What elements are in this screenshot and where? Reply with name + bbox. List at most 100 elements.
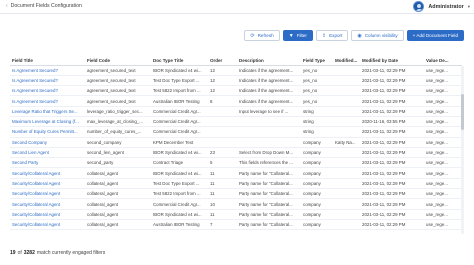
table-cell[interactable]: Security/Collateral Agent bbox=[10, 188, 85, 200]
table-row[interactable]: Security/Collateral Agent collateral_agen… bbox=[10, 167, 462, 179]
export-button[interactable]: ⇪ Export bbox=[315, 30, 349, 41]
table-cell[interactable]: Second Party bbox=[10, 157, 85, 169]
table-cell bbox=[333, 219, 360, 231]
chevron-down-icon[interactable]: ▾ bbox=[468, 4, 470, 10]
add-document-field-button[interactable]: + Add Document Field bbox=[406, 30, 464, 41]
table-cell: use_rege... bbox=[424, 178, 462, 190]
table-cell: agreement_secured_text bbox=[85, 95, 151, 107]
column-header[interactable]: Field Code bbox=[85, 56, 151, 66]
table-cell: This fields references the ... bbox=[237, 157, 301, 169]
table-cell: 12 bbox=[208, 75, 237, 87]
table-cell[interactable]: Leverage Ratio that Triggers Se... bbox=[10, 106, 85, 117]
table-cell[interactable]: Number of Equity Cures Permitt... bbox=[10, 126, 85, 138]
filter-button[interactable]: ▼ Filter bbox=[282, 30, 313, 41]
column-header[interactable]: Value De... bbox=[424, 56, 462, 66]
user-menu[interactable]: Administrator ▾ bbox=[413, 1, 470, 12]
table-row[interactable]: Security/Collateral Agent collateral_agen… bbox=[10, 209, 462, 220]
table-cell: yes_no bbox=[301, 85, 333, 97]
table-cell: Indicates if the agreement... bbox=[237, 95, 301, 107]
table-row[interactable]: Second Lien Agent second_lien_agent IBOR S… bbox=[10, 147, 462, 159]
column-header[interactable]: Doc Type Title bbox=[151, 56, 208, 66]
table-cell bbox=[333, 188, 360, 200]
table-cell bbox=[333, 75, 360, 87]
table-cell: 7 bbox=[208, 219, 237, 231]
table-row[interactable]: Security/Collateral Agent collateral_agen… bbox=[10, 178, 462, 190]
column-header[interactable]: Field Type bbox=[301, 56, 333, 66]
filter-label: Filter bbox=[296, 33, 307, 38]
table-cell[interactable]: Is Agreement Secured? bbox=[10, 85, 85, 97]
column-visibility-button[interactable]: ◉ Column visibility bbox=[351, 30, 404, 41]
table-cell: 11 bbox=[208, 178, 237, 190]
scrollbar-thumb[interactable] bbox=[461, 94, 464, 130]
table-cell bbox=[208, 126, 237, 138]
table-row[interactable]: Security/Collateral Agent collateral_agen… bbox=[10, 219, 462, 231]
table-cell[interactable]: Security/Collateral Agent bbox=[10, 198, 85, 210]
table-cell: number_of_equity_cures_... bbox=[85, 126, 151, 138]
table-row[interactable]: Second Company second_company KPM December… bbox=[10, 137, 462, 148]
table-cell bbox=[333, 198, 360, 210]
table-cell: Indicates if the agreement... bbox=[237, 65, 301, 76]
table-row[interactable]: Is Agreement Secured? agreement_secured_t… bbox=[10, 75, 462, 87]
column-visibility-label: Column visibility bbox=[364, 33, 398, 38]
table-cell: 2021-03-11, 02:29 PM bbox=[360, 188, 424, 200]
table-row[interactable]: Is Agreement Secured? agreement_secured_t… bbox=[10, 85, 462, 97]
table-cell: use_rege... bbox=[424, 137, 462, 148]
table-cell[interactable]: Is Agreement Secured? bbox=[10, 95, 85, 107]
result-total-number: 3282 bbox=[23, 250, 35, 256]
vertical-scrollbar[interactable] bbox=[461, 66, 464, 234]
table-row[interactable]: Leverage Ratio that Triggers Se... levera… bbox=[10, 106, 462, 117]
table-row[interactable]: Security/Collateral Agent collateral_agen… bbox=[10, 188, 462, 200]
table-cell: collateral_agent bbox=[85, 209, 151, 220]
table-cell: Input leverage to see if ... bbox=[237, 106, 301, 117]
table-cell: use_rege... bbox=[424, 106, 462, 117]
table-cell[interactable]: Is Agreement Secured? bbox=[10, 75, 85, 87]
table-cell bbox=[237, 116, 301, 128]
table-cell: 2021-03-11, 02:29 PM bbox=[360, 126, 424, 138]
column-header[interactable]: Order bbox=[208, 56, 237, 66]
table-row[interactable]: Maximum Leverage at Closing (f... max_lev… bbox=[10, 116, 462, 128]
table-cell: 11 bbox=[208, 188, 237, 200]
table-cell bbox=[333, 157, 360, 169]
table-row[interactable]: Is Agreement Secured? agreement_secured_t… bbox=[10, 95, 462, 107]
table-cell[interactable]: Second Lien Agent bbox=[10, 147, 85, 159]
table-cell[interactable]: Is Agreement Secured? bbox=[10, 65, 85, 76]
table-cell: company bbox=[301, 188, 333, 200]
table-row[interactable]: Number of Equity Cures Permitt... number_… bbox=[10, 126, 462, 138]
table-row[interactable]: Is Agreement Secured? agreement_secured_t… bbox=[10, 65, 462, 76]
refresh-button[interactable]: ⟳ Refresh bbox=[244, 30, 280, 41]
document-fields-table: Field Title Field Code Doc Type Title Order… bbox=[10, 56, 462, 237]
table-cell: 2021-03-11, 02:29 PM bbox=[360, 178, 424, 190]
table-cell[interactable]: Security/Collateral Agent bbox=[10, 167, 85, 179]
user-name[interactable]: Administrator bbox=[428, 4, 463, 10]
table-cell: company bbox=[301, 147, 333, 159]
column-header[interactable]: Modified... bbox=[333, 56, 360, 66]
column-header[interactable]: Field Title bbox=[10, 56, 85, 66]
eye-icon: ◉ bbox=[357, 32, 362, 39]
column-header[interactable]: Description bbox=[237, 56, 301, 66]
table-cell: Commercial Credit Agr... bbox=[151, 106, 208, 117]
table-cell: 2021-03-11, 02:29 PM bbox=[360, 198, 424, 210]
filter-icon: ▼ bbox=[288, 32, 294, 39]
table-cell bbox=[237, 137, 301, 148]
column-header[interactable]: Modified by Date bbox=[360, 56, 424, 66]
avatar[interactable] bbox=[413, 1, 425, 12]
table-cell[interactable]: Security/Collateral Agent bbox=[10, 209, 85, 220]
table-cell: Test 5822 Import from ... bbox=[151, 188, 208, 200]
back-chevron-icon[interactable]: ‹ bbox=[6, 3, 8, 9]
table-cell: agreement_secured_text bbox=[85, 65, 151, 76]
table-row[interactable]: Security/Collateral Agent collateral_agen… bbox=[10, 198, 462, 210]
table-cell[interactable]: Maximum Leverage at Closing (f... bbox=[10, 116, 85, 128]
table-cell: 11 bbox=[208, 167, 237, 179]
table-cell: 12 bbox=[208, 65, 237, 76]
toolbar: ⟳ Refresh ▼ Filter ⇪ Export ◉ Column vis… bbox=[244, 30, 464, 41]
table-cell[interactable]: Security/Collateral Agent bbox=[10, 178, 85, 190]
table-cell: string bbox=[301, 106, 333, 117]
table-row[interactable]: Second Party second_party Contract Triage 5… bbox=[10, 157, 462, 169]
top-bar: ‹ Document Fields Configuration Administ… bbox=[0, 0, 474, 14]
table-cell: Katty Na... bbox=[333, 137, 360, 148]
table-cell: 2021-03-11, 02:29 PM bbox=[360, 137, 424, 148]
table-cell[interactable]: Security/Collateral Agent bbox=[10, 219, 85, 231]
table-cell bbox=[208, 137, 237, 148]
table-cell: Party name for "Collateral... bbox=[237, 209, 301, 220]
table-cell[interactable]: Second Company bbox=[10, 137, 85, 148]
